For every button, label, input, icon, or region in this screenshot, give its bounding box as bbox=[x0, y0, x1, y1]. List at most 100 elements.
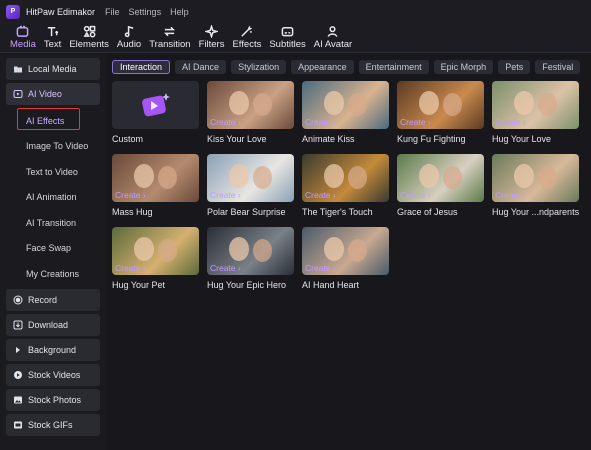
tab-audio[interactable]: Audio bbox=[113, 22, 145, 52]
photo-subject bbox=[253, 239, 272, 262]
effect-card[interactable]: Create › Kung Fu Fighting bbox=[397, 81, 484, 144]
effect-card[interactable]: Create › Animate Kiss bbox=[302, 81, 389, 144]
menu-file[interactable]: File bbox=[105, 7, 120, 17]
create-link[interactable]: Create › bbox=[115, 263, 146, 273]
effect-thumbnail[interactable]: Create › bbox=[302, 227, 389, 275]
effect-card[interactable]: Create › Mass Hug bbox=[112, 154, 199, 217]
effect-label: Hug Your Epic Hero bbox=[207, 280, 287, 290]
media-icon bbox=[16, 24, 29, 38]
stock-photo-icon bbox=[13, 395, 23, 405]
effect-thumbnail[interactable]: Create › bbox=[207, 81, 294, 129]
photo-subject bbox=[253, 166, 272, 189]
sidebar-item-my-creations[interactable]: My Creations bbox=[6, 261, 100, 287]
effect-card[interactable]: Custom bbox=[112, 81, 199, 144]
effect-thumbnail[interactable] bbox=[112, 81, 199, 129]
effect-label: The Tiger's Touch bbox=[302, 207, 373, 217]
tab-festival[interactable]: Festival bbox=[535, 60, 581, 74]
app-logo-icon: P bbox=[6, 4, 20, 19]
sidebar-item-image-to-video[interactable]: Image To Video bbox=[6, 134, 100, 160]
effect-thumbnail[interactable]: Create › bbox=[112, 154, 199, 202]
effect-thumbnail[interactable]: Create › bbox=[302, 154, 389, 202]
ai-video-icon bbox=[13, 89, 23, 99]
effect-thumbnail[interactable]: Create › bbox=[112, 227, 199, 275]
main-toolbar: Media Text Elements Audio Transition Fil… bbox=[0, 23, 591, 53]
sidebar-item-face-swap[interactable]: Face Swap bbox=[6, 236, 100, 262]
sidebar-item-text-to-video[interactable]: Text to Video bbox=[6, 159, 100, 185]
sidebar-item-ai-transition[interactable]: AI Transition bbox=[6, 210, 100, 236]
filters-icon bbox=[205, 24, 219, 38]
tab-media[interactable]: Media bbox=[6, 22, 40, 52]
create-link[interactable]: Create › bbox=[210, 117, 241, 127]
effect-label: Kiss Your Love bbox=[207, 134, 267, 144]
effect-card[interactable]: Create › Hug Your ...ndparents bbox=[492, 154, 579, 217]
tab-filters[interactable]: Filters bbox=[195, 22, 229, 52]
create-link[interactable]: Create › bbox=[400, 117, 431, 127]
elements-icon bbox=[83, 24, 96, 38]
tab-appearance[interactable]: Appearance bbox=[291, 60, 354, 74]
create-link[interactable]: Create › bbox=[305, 263, 336, 273]
effect-thumbnail[interactable]: Create › bbox=[207, 154, 294, 202]
effect-card[interactable]: Create › AI Hand Heart bbox=[302, 227, 389, 290]
effect-label: Hug Your Pet bbox=[112, 280, 166, 290]
sidebar-record[interactable]: Record bbox=[6, 288, 100, 311]
effect-card[interactable]: Create › Hug Your Epic Hero bbox=[207, 227, 294, 290]
effect-card[interactable]: Create › Grace of Jesus bbox=[397, 154, 484, 217]
effect-thumbnail[interactable]: Create › bbox=[397, 154, 484, 202]
create-link[interactable]: Create › bbox=[495, 117, 526, 127]
photo-subject bbox=[253, 93, 272, 116]
effect-card[interactable]: Create › Hug Your Love bbox=[492, 81, 579, 144]
effect-card[interactable]: Create › Kiss Your Love bbox=[207, 81, 294, 144]
effect-card[interactable]: Create › Polar Bear Surprise bbox=[207, 154, 294, 217]
tab-ai-dance[interactable]: AI Dance bbox=[175, 60, 227, 74]
effect-thumbnail[interactable]: Create › bbox=[207, 227, 294, 275]
tab-interaction[interactable]: Interaction bbox=[112, 60, 171, 74]
tab-ai-avatar[interactable]: AI Avatar bbox=[310, 22, 356, 52]
sidebar-stock-photos[interactable]: Stock Photos bbox=[6, 388, 100, 411]
menu-settings[interactable]: Settings bbox=[129, 7, 162, 17]
create-link[interactable]: Create › bbox=[115, 190, 146, 200]
photo-subject bbox=[158, 166, 177, 189]
effect-thumbnail[interactable]: Create › bbox=[492, 81, 579, 129]
effects-panel: Interaction AI Dance Stylization Appeara… bbox=[106, 54, 591, 450]
effect-label: Polar Bear Surprise bbox=[207, 207, 286, 217]
tab-pets[interactable]: Pets bbox=[498, 60, 531, 74]
tab-entertainment[interactable]: Entertainment bbox=[358, 60, 429, 74]
photo-subject bbox=[443, 93, 462, 116]
sidebar-download[interactable]: Download bbox=[6, 313, 100, 336]
effect-label: Mass Hug bbox=[112, 207, 153, 217]
menu-help[interactable]: Help bbox=[170, 7, 189, 17]
effect-card[interactable]: Create › Hug Your Pet bbox=[112, 227, 199, 290]
custom-video-icon bbox=[141, 93, 170, 117]
create-link[interactable]: Create › bbox=[210, 263, 241, 273]
photo-subject bbox=[134, 164, 154, 188]
tab-stylization[interactable]: Stylization bbox=[231, 60, 287, 74]
create-link[interactable]: Create › bbox=[305, 117, 336, 127]
create-link[interactable]: Create › bbox=[495, 190, 526, 200]
sidebar-stock-videos[interactable]: Stock Videos bbox=[6, 363, 100, 386]
sidebar-background[interactable]: Background bbox=[6, 338, 100, 361]
sidebar-local-media[interactable]: Local Media bbox=[6, 58, 100, 80]
tab-text[interactable]: Text bbox=[40, 22, 65, 52]
photo-subject bbox=[514, 91, 534, 115]
create-link[interactable]: Create › bbox=[305, 190, 336, 200]
sidebar-item-ai-animation[interactable]: AI Animation bbox=[6, 185, 100, 211]
effect-thumbnail[interactable]: Create › bbox=[302, 81, 389, 129]
sidebar-stock-gifs[interactable]: Stock GIFs bbox=[6, 413, 100, 436]
effect-card[interactable]: Create › The Tiger's Touch bbox=[302, 154, 389, 217]
title-bar: P HitPaw Edimakor File Settings Help bbox=[0, 0, 591, 23]
effect-thumbnail[interactable]: Create › bbox=[397, 81, 484, 129]
create-link[interactable]: Create › bbox=[210, 190, 241, 200]
tab-effects[interactable]: Effects bbox=[228, 22, 265, 52]
effect-label: AI Hand Heart bbox=[302, 280, 360, 290]
tab-elements[interactable]: Elements bbox=[65, 22, 113, 52]
tab-transition[interactable]: Transition bbox=[145, 22, 194, 52]
tab-epic-morph[interactable]: Epic Morph bbox=[433, 60, 494, 74]
photo-subject bbox=[229, 91, 249, 115]
stock-video-icon bbox=[13, 370, 23, 380]
effect-label: Grace of Jesus bbox=[397, 207, 458, 217]
effect-thumbnail[interactable]: Create › bbox=[492, 154, 579, 202]
create-link[interactable]: Create › bbox=[400, 190, 431, 200]
photo-subject bbox=[324, 164, 344, 188]
sidebar-ai-video[interactable]: AI Video bbox=[6, 83, 100, 105]
tab-subtitles[interactable]: Subtitles bbox=[265, 22, 309, 52]
